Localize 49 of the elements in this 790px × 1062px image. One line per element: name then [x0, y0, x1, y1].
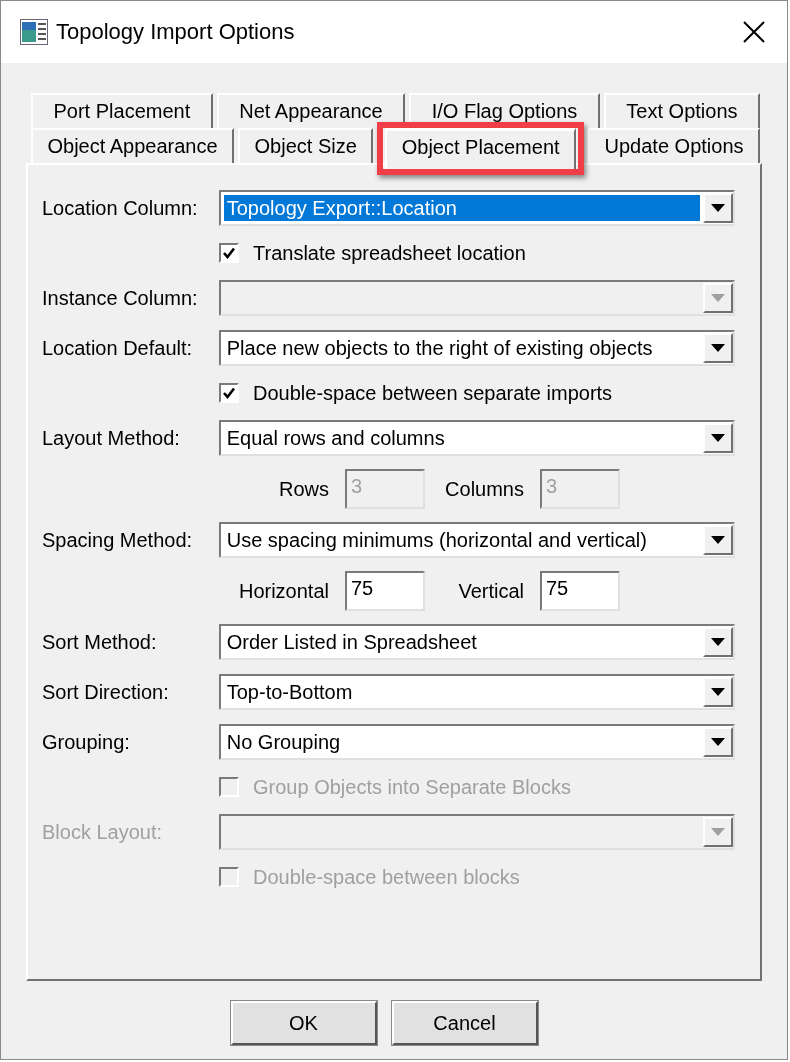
field-label: Sort Direction: [42, 680, 170, 704]
caret-icon [711, 536, 725, 544]
tab[interactable]: Net Appearance [216, 93, 406, 128]
field-label: Spacing Method: [42, 528, 194, 552]
dropdown[interactable]: No Grouping [218, 724, 735, 760]
caret-icon [711, 688, 725, 696]
field-label: Vertical [457, 579, 524, 603]
tab[interactable]: Text Options [603, 93, 761, 128]
field-label: Grouping: [42, 730, 131, 754]
field-label: Rows [278, 477, 329, 501]
field-label: Columns [444, 477, 524, 501]
caret-icon [711, 294, 725, 302]
dropdown[interactable]: Top-to-Bottom [218, 674, 735, 710]
caret-icon [711, 638, 725, 646]
dialog-button[interactable]: OK [230, 1001, 377, 1045]
field-label: Horizontal [237, 579, 329, 603]
field-label: Sort Method: [42, 630, 158, 654]
dropdown[interactable]: Topology Export::Location [218, 190, 735, 226]
caret-icon [711, 738, 725, 746]
checkbox[interactable] [219, 243, 239, 263]
field-label: Layout Method: [42, 426, 181, 450]
field-label: Location Default: [42, 336, 194, 360]
caret-icon [711, 434, 725, 442]
tab[interactable]: Object Placement [385, 128, 577, 169]
close-icon[interactable] [743, 21, 765, 43]
tab[interactable]: Port Placement [31, 93, 213, 128]
dialog-button[interactable]: Cancel [391, 1001, 538, 1045]
caret-icon [711, 204, 725, 212]
caret-icon [711, 344, 725, 352]
checkbox-label: Double-space between separate imports [253, 381, 613, 405]
field-label: Location Column: [42, 196, 199, 220]
checkbox-label: Double-space between blocks [253, 865, 520, 889]
dropdown[interactable]: Use spacing minimums (horizontal and vertical) [218, 522, 735, 558]
window-title: Topology Import Options [56, 19, 296, 45]
tab[interactable]: Update Options [588, 128, 760, 163]
checkbox[interactable] [219, 383, 239, 403]
app-icon [20, 19, 48, 45]
dropdown[interactable]: Equal rows and columns [218, 420, 735, 456]
field-label: Block Layout: [42, 820, 164, 844]
checkbox-label: Group Objects into Separate Blocks [253, 775, 571, 799]
number-field[interactable]: 75 [345, 571, 425, 611]
field-label: Instance Column: [42, 286, 199, 310]
dropdown[interactable]: Place new objects to the right of existing objects [218, 330, 735, 366]
checkbox-label: Translate spreadsheet location [253, 241, 526, 265]
caret-icon [711, 828, 725, 836]
number-field[interactable]: 75 [540, 571, 620, 611]
tab[interactable]: Object Appearance [31, 128, 235, 163]
dropdown[interactable]: Order Listed in Spreadsheet [218, 624, 735, 660]
tab[interactable]: Object Size [238, 128, 374, 163]
